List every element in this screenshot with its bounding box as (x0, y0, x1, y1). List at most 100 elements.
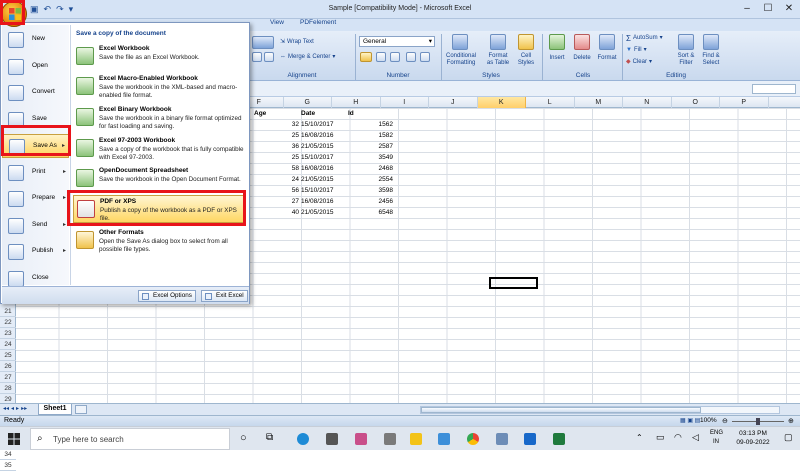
cell-id[interactable]: 2587 (346, 141, 393, 152)
menu-item-open[interactable]: Open (2, 55, 69, 79)
lang-primary[interactable]: ENG (710, 430, 723, 436)
delete-cells-icon[interactable] (574, 34, 590, 50)
increase-indent-icon[interactable] (264, 52, 274, 62)
currency-icon[interactable] (360, 52, 372, 62)
find-select-icon[interactable] (703, 34, 719, 50)
percent-icon[interactable] (376, 52, 386, 62)
sheet-tab-sheet1[interactable]: Sheet1 (38, 404, 72, 415)
cell-id[interactable]: 1582 (346, 130, 393, 141)
word-icon[interactable] (438, 433, 450, 445)
wrap-text-button[interactable]: ⇲ Wrap Text (280, 39, 314, 46)
column-header-g[interactable]: G (284, 97, 332, 108)
cell-id[interactable]: 3549 (346, 152, 393, 163)
menu-item-send[interactable]: Send ▸ (2, 214, 69, 238)
cell-age[interactable]: 58 (252, 163, 299, 174)
chrome-icon[interactable] (467, 433, 479, 445)
comma-style-icon[interactable] (390, 52, 400, 62)
cell-age[interactable]: 56 (252, 185, 299, 196)
tab-pdfelement[interactable]: PDFelement (300, 19, 336, 26)
app-icon[interactable] (524, 433, 536, 445)
column-header-o[interactable]: O (672, 97, 720, 108)
decrease-indent-icon[interactable] (252, 52, 262, 62)
column-header-j[interactable]: J (429, 97, 478, 108)
zoom-level[interactable]: 100% (700, 417, 717, 424)
row-header[interactable]: 21 (0, 306, 16, 317)
autosum-button[interactable]: Σ AutoSum ▾ (626, 35, 663, 43)
decrease-decimal-icon[interactable] (420, 52, 430, 62)
clock-date[interactable]: 09-09-2022 (733, 439, 773, 446)
file-explorer-icon[interactable] (410, 433, 422, 445)
row-header[interactable]: 27 (0, 372, 16, 383)
format-cells-icon[interactable] (599, 34, 615, 50)
cell-styles-button[interactable]: Cell Styles (513, 53, 539, 67)
conditional-formatting-icon[interactable] (452, 34, 468, 50)
calculator-icon[interactable] (326, 433, 338, 445)
menu-item-prepare[interactable]: Prepare ▸ (2, 187, 69, 211)
maximize-button[interactable]: ☐ (758, 0, 778, 19)
find-select-button[interactable]: Find & Select (698, 53, 724, 67)
column-header-p[interactable]: P (720, 97, 769, 108)
cell-date[interactable]: 16/08/2016 (301, 163, 346, 174)
snipping-tool-icon[interactable] (384, 433, 396, 445)
save-option-opendocument-spreadsheet[interactable]: OpenDocument Spreadsheet Save the workboo… (73, 165, 245, 193)
wifi-icon[interactable]: ◠ (674, 432, 682, 443)
number-format-select[interactable]: General ▾ (359, 36, 435, 47)
insert-sheet-icon[interactable] (75, 405, 87, 414)
column-header-h[interactable]: H (332, 97, 381, 108)
exit-excel-button[interactable]: Exit Excel (201, 290, 248, 302)
battery-icon[interactable]: ▭ (656, 432, 665, 443)
cell-styles-icon[interactable] (518, 34, 534, 50)
row-header[interactable]: 22 (0, 317, 16, 328)
save-option-excel-97-2003-workbook[interactable]: Excel 97-2003 Workbook Save a copy of the… (73, 135, 245, 163)
insert-button[interactable]: Insert (545, 55, 569, 62)
sort-filter-icon[interactable] (678, 34, 694, 50)
undo-icon[interactable]: ↶ (44, 4, 52, 15)
menu-item-publish[interactable]: Publish ▸ (2, 240, 69, 264)
column-header-m[interactable]: M (575, 97, 623, 108)
menu-item-new[interactable]: New (2, 28, 69, 52)
zoom-out-icon[interactable]: ⊖ (722, 417, 728, 425)
row-header[interactable]: 23 (0, 328, 16, 339)
cell-date[interactable]: 15/10/2017 (301, 152, 346, 163)
notifications-icon[interactable]: ▢ (784, 432, 793, 443)
column-header-n[interactable]: N (623, 97, 672, 108)
format-button[interactable]: Format (595, 55, 619, 62)
save-icon[interactable]: ▣ (30, 4, 39, 15)
orientation-icon[interactable] (252, 36, 274, 49)
cell-id[interactable]: 2554 (346, 174, 393, 185)
row-header[interactable]: 25 (0, 350, 16, 361)
cell-age[interactable]: 36 (252, 141, 299, 152)
view-buttons[interactable]: ▦ ▣ ▤ (680, 417, 700, 424)
active-cell[interactable] (489, 277, 538, 289)
cell-id[interactable]: 2456 (346, 196, 393, 207)
row-header[interactable]: 26 (0, 361, 16, 372)
cell-age[interactable]: 25 (252, 130, 299, 141)
format-as-table-button[interactable]: Format as Table (483, 53, 513, 67)
cell-date[interactable]: 21/05/2015 (301, 174, 346, 185)
cell-date[interactable]: 16/08/2016 (301, 196, 346, 207)
conditional-formatting-button[interactable]: Conditional Formatting (440, 53, 482, 67)
save-option-other-formats[interactable]: Other Formats Open the Save As dialog box… (73, 227, 245, 255)
cell-age[interactable]: 25 (252, 152, 299, 163)
paint-icon[interactable] (355, 433, 367, 445)
save-option-excel-macro-enabled-workbook[interactable]: Excel Macro-Enabled Workbook Save the wor… (73, 73, 245, 101)
cell-id[interactable]: 1562 (346, 119, 393, 130)
sort-filter-button[interactable]: Sort & Filter (673, 53, 699, 67)
close-window-button[interactable]: ✕ (779, 0, 799, 19)
row-header[interactable]: 24 (0, 339, 16, 350)
cell-date[interactable]: 15/10/2017 (301, 119, 346, 130)
edge-icon[interactable] (297, 433, 309, 445)
excel-options-button[interactable]: Excel Options (138, 290, 196, 302)
menu-item-convert[interactable]: Convert (2, 81, 69, 105)
excel-taskbar-icon[interactable] (553, 433, 565, 445)
cell-age[interactable]: 27 (252, 196, 299, 207)
cell-date[interactable]: 21/05/2015 (301, 207, 346, 218)
cell-date[interactable]: 21/05/2015 (301, 141, 346, 152)
redo-icon[interactable]: ↷ (56, 4, 64, 15)
column-header-k[interactable]: K (477, 97, 526, 108)
task-view-icon[interactable]: ⧉ (266, 432, 273, 443)
volume-icon[interactable]: ◁ (692, 432, 699, 443)
cell-age[interactable]: 40 (252, 207, 299, 218)
customize-qat-icon[interactable]: ▾ (69, 4, 74, 15)
clear-button[interactable]: ◆ Clear ▾ (626, 59, 652, 66)
